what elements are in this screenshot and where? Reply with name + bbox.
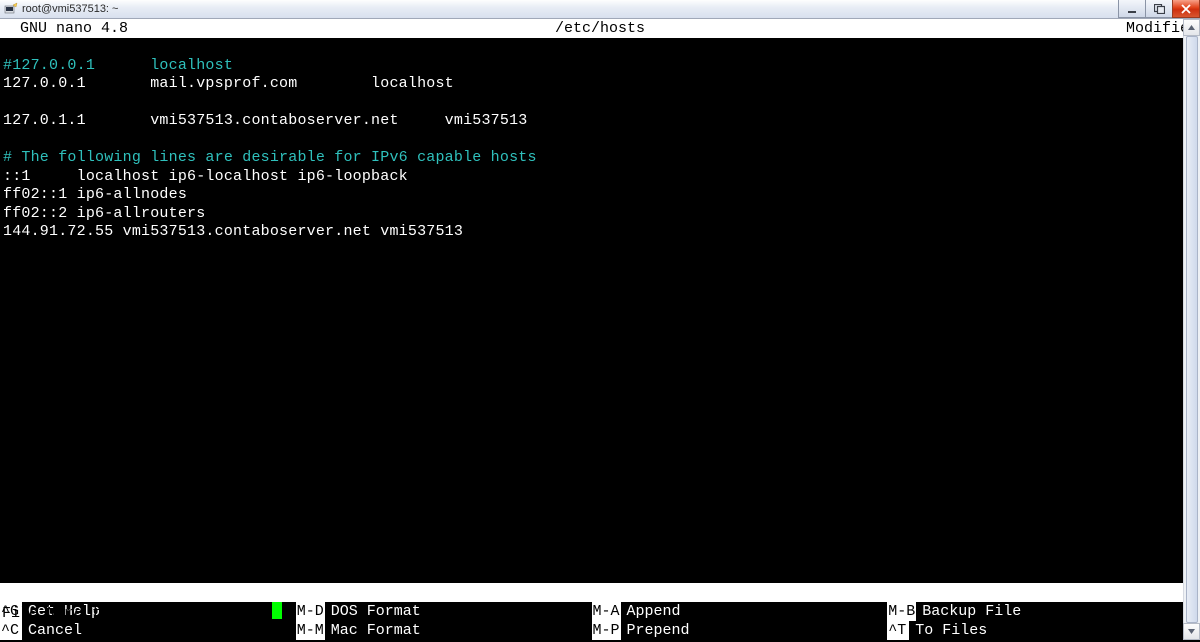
minimize-button[interactable]	[1118, 0, 1146, 18]
window-titlebar: root@vmi537513: ~	[0, 0, 1200, 19]
nano-app-label: GNU nano 4.8	[0, 19, 128, 38]
scroll-up-button[interactable]	[1183, 19, 1200, 36]
shortcut-mac-format: M-MMac Format	[296, 621, 592, 640]
nano-footer: File Name to Write: /etc/hosts ^GGet Hel…	[0, 583, 1183, 640]
file-line: ::1 localhost ip6-localhost ip6-loopback	[3, 168, 408, 185]
terminal-area[interactable]: GNU nano 4.8 /etc/hosts Modified #127.0.…	[0, 19, 1200, 640]
file-line: ff02::1 ip6-allnodes	[3, 186, 187, 203]
file-line: 127.0.0.1 mail.vpsprof.com localhost	[3, 75, 454, 92]
save-prompt[interactable]: File Name to Write: /etc/hosts	[0, 583, 1183, 602]
nano-header: GNU nano 4.8 /etc/hosts Modified	[0, 19, 1200, 38]
nano-file-path: /etc/hosts	[555, 19, 645, 38]
text-cursor	[272, 602, 282, 619]
file-line: #127.0.0.1 localhost	[3, 57, 233, 74]
shortcut-append: M-AAppend	[592, 602, 888, 621]
file-line: 127.0.1.1 vmi537513.contaboserver.net vm…	[3, 112, 527, 129]
shortcut-backup-file: M-BBackup File	[887, 602, 1183, 621]
file-line: ff02::2 ip6-allrouters	[3, 205, 205, 222]
shortcut-prepend: M-PPrepend	[592, 621, 888, 640]
maximize-button[interactable]	[1145, 0, 1173, 18]
shortcut-to-files: ^TTo Files	[887, 621, 1183, 640]
prompt-value: /etc/hosts	[182, 605, 272, 622]
shortcut-dos-format: M-DDOS Format	[296, 602, 592, 621]
scrollbar-track[interactable]	[1183, 36, 1200, 623]
prompt-label: File Name to Write:	[2, 605, 182, 622]
close-button[interactable]	[1172, 0, 1200, 18]
window-title: root@vmi537513: ~	[22, 3, 118, 15]
putty-icon	[4, 2, 18, 16]
shortcut-cancel: ^CCancel	[0, 621, 296, 640]
shortcut-row: ^CCancel M-MMac Format M-PPrepend ^TTo F…	[0, 621, 1183, 640]
vertical-scrollbar[interactable]	[1183, 19, 1200, 640]
scroll-down-button[interactable]	[1183, 623, 1200, 640]
editor-content[interactable]: #127.0.0.1 localhost 127.0.0.1 mail.vpsp…	[0, 38, 1200, 260]
file-line: # The following lines are desirable for …	[3, 149, 537, 166]
scrollbar-thumb[interactable]	[1186, 36, 1198, 623]
window-controls	[1119, 0, 1200, 18]
file-line: 144.91.72.55 vmi537513.contaboserver.net…	[3, 223, 463, 240]
